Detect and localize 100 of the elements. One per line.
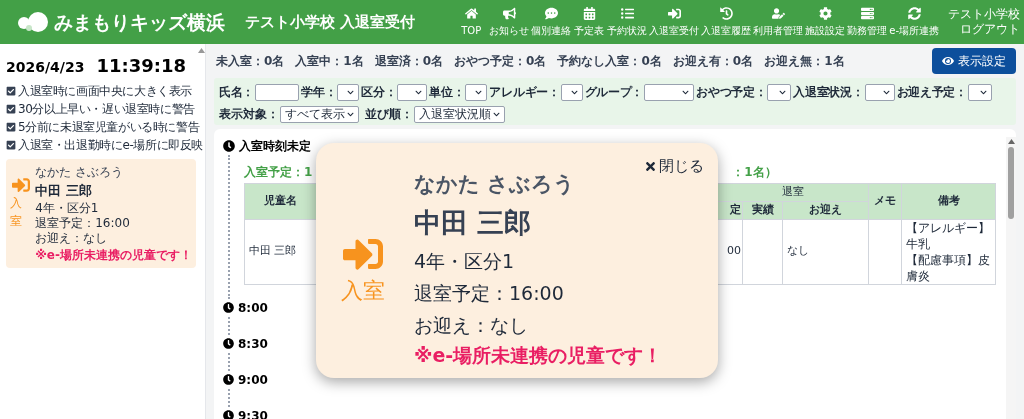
child-name: 中田 三郎 xyxy=(35,182,93,200)
filter-select[interactable] xyxy=(397,83,428,101)
sign-in-icon xyxy=(667,6,681,20)
refresh-icon xyxy=(907,6,921,20)
close-button[interactable]: 閉じる xyxy=(644,155,704,178)
display-settings-button[interactable]: 表示設定 xyxy=(932,48,1016,74)
clock-icon xyxy=(223,374,234,385)
filter-select[interactable] xyxy=(864,83,895,101)
nav-link[interactable]: 個別連絡 xyxy=(530,6,573,38)
history-icon xyxy=(719,6,733,20)
warning-text: ※e-場所未連携の児童です！ xyxy=(414,342,663,368)
filter-select[interactable] xyxy=(767,83,792,101)
nav-link[interactable]: 予約状況 xyxy=(606,6,649,38)
filter-label: 並び順： xyxy=(365,106,413,123)
filter-select[interactable] xyxy=(967,83,992,101)
clock-icon xyxy=(223,410,234,419)
count-text: 退室済：0名 xyxy=(374,53,444,70)
logout-link[interactable]: ログアウト xyxy=(960,22,1020,37)
filter-select[interactable] xyxy=(465,83,488,101)
status-label: 入室 xyxy=(10,195,23,230)
nav-link[interactable]: 入退室履歴 xyxy=(700,6,753,38)
filter-select[interactable] xyxy=(644,83,695,101)
child-name: 中田 三郎 xyxy=(414,205,533,240)
list-icon xyxy=(620,6,634,20)
name-input[interactable] xyxy=(255,83,300,101)
date-text: 2026/4/23 xyxy=(6,58,85,77)
column-header: 備考 xyxy=(901,183,996,219)
count-text: 入室中：1名 xyxy=(295,53,364,70)
note-text: 【アレルギー】牛乳 xyxy=(906,219,991,252)
calendar-icon xyxy=(582,6,596,20)
table-cell xyxy=(742,219,783,284)
time-label: 9:00 xyxy=(238,371,268,389)
server-icon xyxy=(860,6,874,20)
filter-label: 入退室状況： xyxy=(793,84,864,101)
chevron-icon xyxy=(570,88,578,96)
filter-select[interactable]: 入退室状況順 xyxy=(414,105,505,123)
time-label: 8:00 xyxy=(238,299,268,317)
status-label: 入室 xyxy=(341,277,385,305)
grade-text: 4年・区分1 xyxy=(414,248,516,274)
count-text: お迎え無：1名 xyxy=(764,53,845,70)
nav-link[interactable]: 施設設定 xyxy=(804,6,847,38)
name-kana: なかた さぶろう xyxy=(35,164,125,181)
settings-icon xyxy=(818,6,832,20)
filter-label: 学年： xyxy=(301,84,337,101)
filter-label: 表示対象： xyxy=(219,106,279,123)
chevron-icon xyxy=(475,88,483,96)
clock-text: 11:39:18 xyxy=(96,54,186,78)
setting-checkbox[interactable]: 入退室時に画面中央に大きく表示 xyxy=(6,82,192,100)
chevron-icon xyxy=(415,88,423,96)
chevron-icon xyxy=(347,110,354,118)
filter-label: グループ： xyxy=(584,84,644,101)
filter-label: 単位： xyxy=(429,84,465,101)
group-heading: 入室予定：1 xyxy=(244,164,313,179)
nav-link[interactable]: e-場所連携 xyxy=(888,6,940,38)
home-icon xyxy=(464,6,478,20)
departure-time: 退室予定：16:00 xyxy=(414,280,565,306)
close-icon xyxy=(644,159,657,173)
departure-time: 退室予定：16:00 xyxy=(35,216,131,231)
column-header: 退室 xyxy=(716,183,869,201)
pickup-text: お迎え：なし xyxy=(414,312,529,338)
warning-text: ※e-場所未連携の児童です！ xyxy=(35,247,192,264)
nav-link[interactable]: 予定表 xyxy=(572,6,607,38)
chevron-icon xyxy=(979,88,987,96)
grade-text: 4年・区分1 xyxy=(35,201,100,216)
filter-select[interactable]: すべて表示 xyxy=(280,105,359,123)
logo-icon xyxy=(16,11,50,33)
filter-select[interactable] xyxy=(337,83,360,101)
pickup-text: お迎え：なし xyxy=(35,231,109,246)
chevron-icon xyxy=(682,88,690,96)
logo-text: みまもりキッズ横浜 xyxy=(54,9,225,35)
time-label: 9:30 xyxy=(238,407,268,419)
filter-label: おやつ予定： xyxy=(696,84,767,101)
time-label: 8:30 xyxy=(238,335,268,353)
scroll-up-icon[interactable] xyxy=(197,48,205,53)
chevron-icon xyxy=(882,88,890,96)
scroll-up-icon[interactable] xyxy=(1007,139,1015,144)
count-text: 予約なし入室：0名 xyxy=(557,53,662,70)
setting-checkbox[interactable]: 30分以上早い・遅い退室時に警告 xyxy=(6,100,195,118)
nav-link[interactable]: TOP xyxy=(454,6,489,38)
name-kana: なかた さぶろう xyxy=(414,171,577,198)
clock-icon xyxy=(223,140,235,152)
column-header: 児童名 xyxy=(244,183,317,219)
filter-label: 区分： xyxy=(361,84,397,101)
filter-select[interactable] xyxy=(560,83,583,101)
note-text: 【配慮事項】皮膚炎 xyxy=(906,251,991,284)
nav-link[interactable]: お知らせ xyxy=(488,6,531,38)
nav-link[interactable]: 勤務管理 xyxy=(846,6,889,38)
clock-icon xyxy=(223,302,234,313)
scroll-thumb[interactable] xyxy=(1008,147,1014,219)
count-text: 未入室：0名 xyxy=(216,53,285,70)
time-label: 入室時刻未定 xyxy=(239,138,311,155)
count-text: お迎え有：0名 xyxy=(672,53,754,70)
setting-checkbox[interactable]: 5分前に未退室児童がいる時に警告 xyxy=(6,118,200,136)
setting-checkbox[interactable]: 入退室・出退勤時にe-場所に即反映 xyxy=(6,136,203,154)
scrollbar[interactable] xyxy=(1006,137,1016,419)
filter-label: お迎え予定： xyxy=(896,84,967,101)
nav-link[interactable]: 入退室受付 xyxy=(648,6,701,38)
chevron-icon xyxy=(779,88,787,96)
count-text: おやつ予定：0名 xyxy=(454,53,547,70)
nav-link[interactable]: 利用者管理 xyxy=(752,6,805,38)
